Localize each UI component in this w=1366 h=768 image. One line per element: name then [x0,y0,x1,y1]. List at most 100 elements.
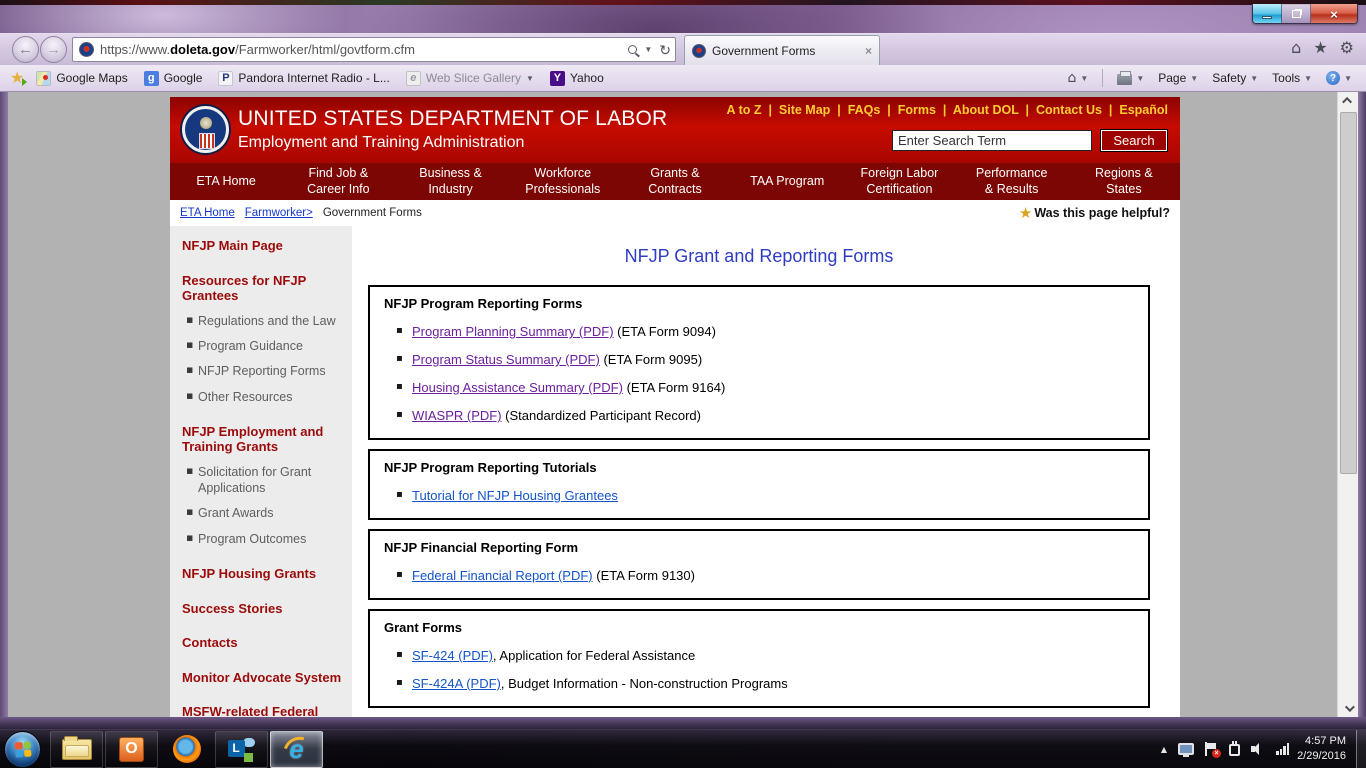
tools-menu[interactable]: Tools ▼ [1272,71,1312,85]
forward-button[interactable]: → [40,36,67,63]
gear-icon[interactable]: ⚙ [1340,40,1354,56]
help-icon: ? [1326,71,1341,85]
scrollbar-thumb[interactable] [1340,112,1357,474]
network-signal-icon[interactable] [1276,743,1290,755]
form-link-housing-assistance-summary[interactable]: Housing Assistance Summary (PDF) [412,380,623,395]
nav-item-performance-results[interactable]: Performance & Results [956,163,1068,200]
back-button[interactable]: ← [12,36,39,63]
add-favorite-icon[interactable]: ★ [10,70,28,86]
link-espanol[interactable]: Español [1119,103,1168,117]
nav-item-foreign-labor[interactable]: Foreign Labor Certification [843,163,955,200]
safety-menu[interactable]: Safety ▼ [1212,71,1258,85]
taskbar-icon-firefox[interactable] [160,731,213,768]
sidebar-heading-employment-training-grants[interactable]: NFJP Employment and Training Grants [182,424,344,455]
form-link-program-status-summary[interactable]: Program Status Summary (PDF) [412,352,600,367]
window-restore-button[interactable] [1282,4,1311,23]
tab-close-icon[interactable]: × [865,44,872,58]
sidebar-item-msfw-programs[interactable]: MSFW-related Federal Programs [182,704,344,717]
nav-item-workforce-professionals[interactable]: Workforce Professionals [507,163,619,200]
sidebar-item-regulations[interactable]: Regulations and the Law [182,313,344,329]
show-desktop-button[interactable] [1356,729,1366,768]
sidebar-item-contacts[interactable]: Contacts [182,635,344,651]
minimize-icon [1262,16,1272,19]
help-menu[interactable]: ? ▼ [1326,71,1352,85]
sidebar-item-grant-awards[interactable]: Grant Awards [182,505,344,521]
browser-corner-icons: ⌂ ★ ⚙ [1291,40,1354,56]
forms-box-grant-forms: Grant Forms SF-424 (PDF), Application fo… [368,609,1150,708]
print-menu[interactable]: ▼ [1117,71,1144,85]
taskbar-icon-internet-explorer[interactable]: e [270,730,323,768]
address-bar[interactable]: https://www.doleta.gov/Farmworker/html/g… [72,37,676,62]
home-icon[interactable]: ⌂ [1291,40,1301,56]
address-dropdown-icon[interactable]: ▼ [644,45,652,54]
form-link-wiaspr[interactable]: WIASPR (PDF) [412,408,502,423]
sidebar-item-program-guidance[interactable]: Program Guidance [182,338,344,354]
form-link-sf424[interactable]: SF-424 (PDF) [412,648,493,663]
search-icon[interactable] [628,45,638,54]
nav-item-taa-program[interactable]: TAA Program [731,163,843,200]
favorites-star-icon[interactable]: ★ [1313,40,1327,56]
hidden-icons-arrow[interactable]: ▲ [1161,745,1167,754]
link-contact-us[interactable]: Contact Us [1036,103,1119,117]
taskbar-icon-outlook[interactable]: O [105,730,158,768]
dol-seal-logo[interactable] [182,106,229,153]
form-link-program-planning-summary[interactable]: Program Planning Summary (PDF) [412,324,614,339]
favorite-yahoo[interactable]: Y Yahoo [546,69,608,88]
form-link-federal-financial-report[interactable]: Federal Financial Report (PDF) [412,568,593,583]
link-faqs[interactable]: FAQs [848,103,898,117]
sidebar-item-program-outcomes[interactable]: Program Outcomes [182,531,344,547]
sidebar-item-nfjp-reporting-forms[interactable]: NFJP Reporting Forms [182,363,344,379]
form-item-suffix: (ETA Form 9094) [613,324,716,339]
volume-icon[interactable] [1251,743,1265,755]
link-site-map[interactable]: Site Map [779,103,848,117]
nav-item-grants-contracts[interactable]: Grants & Contracts [619,163,731,200]
scroll-up-button[interactable] [1338,92,1359,109]
nav-item-eta-home[interactable]: ETA Home [170,163,282,200]
nav-item-regions-states[interactable]: Regions & States [1068,163,1180,200]
was-this-page-helpful[interactable]: ★ Was this page helpful? [1019,205,1170,221]
favorite-pandora[interactable]: P Pandora Internet Radio - L... [214,69,393,88]
link-forms[interactable]: Forms [898,103,953,117]
form-item: Program Status Summary (PDF) (ETA Form 9… [384,352,1136,367]
nav-item-business-industry[interactable]: Business & Industry [394,163,506,200]
form-item: SF-424 (PDF), Application for Federal As… [384,648,1136,663]
taskbar-clock[interactable]: 4:57 PM 2/29/2016 [1297,734,1346,765]
sidebar-item-solicitation[interactable]: Solicitation for Grant Applications [182,464,344,497]
link-a-to-z[interactable]: A to Z [727,103,779,117]
refresh-icon[interactable]: ↻ [659,43,671,57]
taskbar-icon-explorer[interactable] [50,730,103,768]
taskbar-icon-lync[interactable]: L [215,730,268,768]
form-link-sf424a[interactable]: SF-424A (PDF) [412,676,501,691]
favorite-web-slice-gallery[interactable]: e Web Slice Gallery ▼ [402,69,538,88]
power-plug-icon[interactable] [1229,741,1241,756]
start-button[interactable] [4,730,41,768]
window-minimize-button[interactable] [1253,4,1282,23]
search-input[interactable] [892,130,1092,151]
vertical-scrollbar[interactable] [1337,92,1358,717]
nav-item-find-job[interactable]: Find Job & Career Info [282,163,394,200]
sidebar-item-success-stories[interactable]: Success Stories [182,601,344,617]
scroll-down-button[interactable] [1338,700,1359,717]
link-about-dol[interactable]: About DOL [953,103,1036,117]
search-button[interactable]: Search [1100,129,1168,152]
sidebar-heading-resources[interactable]: Resources for NFJP Grantees [182,273,344,304]
sidebar-item-other-resources[interactable]: Other Resources [182,389,344,405]
breadcrumb-link-farmworker[interactable]: Farmworker> [245,207,313,219]
display-tray-icon[interactable] [1178,743,1195,757]
favorite-google-maps[interactable]: Google Maps [32,69,131,88]
lync-icon: L [227,736,257,763]
folder-icon [61,735,92,760]
window-close-button[interactable]: × [1311,4,1357,23]
tab-government-forms[interactable]: Government Forms × [684,35,880,65]
page-menu[interactable]: Page ▼ [1158,71,1198,85]
sidebar-item-nfjp-housing-grants[interactable]: NFJP Housing Grants [182,566,344,582]
home-menu[interactable]: ⌂ ▼ [1068,70,1089,86]
sidebar-item-nfjp-main-page[interactable]: NFJP Main Page [182,238,344,254]
breadcrumb-link-eta-home[interactable]: ETA Home [180,207,235,219]
action-center-flag-icon[interactable]: × [1205,742,1222,758]
forms-box-tutorials: NFJP Program Reporting Tutorials Tutoria… [368,449,1150,520]
sidebar-item-monitor-advocate[interactable]: Monitor Advocate System [182,670,344,686]
form-link-tutorial-housing-grantees[interactable]: Tutorial for NFJP Housing Grantees [412,488,618,503]
pandora-icon: P [218,70,234,86]
favorite-google[interactable]: g Google [140,69,207,88]
